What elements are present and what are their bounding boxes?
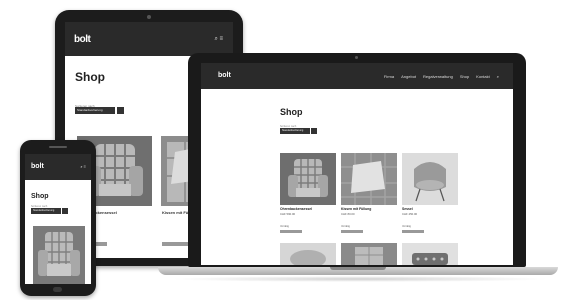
- device-mockup-scene: bolt ⌕ ≡ Shop Sortieren nach Standardsor…: [0, 0, 576, 300]
- tablet-sort-select[interactable]: Standardsortierung: [75, 107, 115, 114]
- phone-sort-button[interactable]: [62, 208, 68, 214]
- phone-product-image-armchair[interactable]: [33, 226, 85, 284]
- product-image-cushion[interactable]: [341, 153, 397, 205]
- tablet-header-icons[interactable]: ⌕ ≡: [214, 36, 223, 43]
- phone-page-title: Shop: [31, 193, 49, 200]
- phone-speaker: [49, 146, 67, 148]
- tablet-add-to-cart-button[interactable]: [162, 242, 190, 246]
- laptop-screen: bolt Firma Angebot Regalverwaltung Shop …: [201, 63, 513, 265]
- tablet-camera: [147, 15, 151, 19]
- product-card[interactable]: Kissen mit Füllung CHF 80.00 Vorrätig: [341, 153, 397, 233]
- product-name[interactable]: Ohrenbackensessel: [280, 207, 336, 211]
- add-to-cart-button[interactable]: [341, 230, 363, 233]
- laptop-page-title: Shop: [280, 107, 303, 117]
- nav-item-regalverwaltung[interactable]: Regalverwaltung: [423, 74, 453, 79]
- phone-screen: bolt ⌕ ≡ Shop Sortieren nach Standardsor…: [25, 154, 91, 284]
- product-price: CHF 450.00: [402, 212, 418, 216]
- product-stock: Vorrätig: [341, 225, 350, 228]
- product-name[interactable]: Sessel: [402, 207, 458, 211]
- product-stock: Vorrätig: [280, 225, 289, 228]
- laptop-notch: [330, 267, 386, 270]
- laptop-camera: [355, 56, 358, 59]
- tablet-logo[interactable]: bolt: [74, 34, 91, 45]
- laptop-sort-select[interactable]: Standardsortierung: [280, 128, 310, 134]
- phone-header-icons[interactable]: ⌕ ≡: [80, 164, 86, 169]
- nav-item-angebot[interactable]: Angebot: [401, 74, 416, 79]
- tablet-sort-button[interactable]: [117, 107, 124, 114]
- product-image-row2[interactable]: [402, 243, 458, 265]
- product-price: CHF 590.00: [280, 212, 296, 216]
- product-card[interactable]: Ohrenbackensessel CHF 590.00 Vorrätig: [280, 153, 336, 233]
- laptop-site-header: bolt Firma Angebot Regalverwaltung Shop …: [201, 63, 513, 89]
- phone-home-button[interactable]: [53, 287, 62, 292]
- product-image-row2[interactable]: [280, 243, 336, 265]
- search-icon[interactable]: ⌕: [497, 74, 499, 79]
- phone-sort-select[interactable]: Standardsortierung: [31, 208, 61, 214]
- product-card[interactable]: Sessel CHF 450.00 Vorrätig: [402, 153, 458, 233]
- product-image-tub-chair[interactable]: [402, 153, 458, 205]
- tablet-site-header: bolt ⌕ ≡: [65, 22, 233, 56]
- product-image-armchair[interactable]: [280, 153, 336, 205]
- product-name[interactable]: Kissen mit Füllung: [341, 207, 397, 211]
- add-to-cart-button[interactable]: [402, 230, 424, 233]
- phone-device: bolt ⌕ ≡ Shop Sortieren nach Standardsor…: [20, 140, 96, 296]
- laptop-shadow: [170, 276, 550, 282]
- phone-site-header: bolt ⌕ ≡: [25, 154, 91, 180]
- laptop-sort-button[interactable]: [311, 128, 317, 134]
- laptop-logo[interactable]: bolt: [218, 72, 231, 79]
- product-price: CHF 80.00: [341, 212, 355, 216]
- nav-item-firma[interactable]: Firma: [384, 74, 394, 79]
- laptop-device: bolt Firma Angebot Regalverwaltung Shop …: [188, 53, 526, 267]
- add-to-cart-button[interactable]: [280, 230, 302, 233]
- nav-item-kontakt[interactable]: Kontakt: [476, 74, 490, 79]
- product-stock: Vorrätig: [402, 225, 411, 228]
- phone-logo[interactable]: bolt: [31, 163, 44, 170]
- product-image-row2[interactable]: [341, 243, 397, 265]
- tablet-page-title: Shop: [75, 70, 105, 84]
- nav-item-shop[interactable]: Shop: [460, 74, 469, 79]
- laptop-nav: Firma Angebot Regalverwaltung Shop Konta…: [384, 74, 499, 79]
